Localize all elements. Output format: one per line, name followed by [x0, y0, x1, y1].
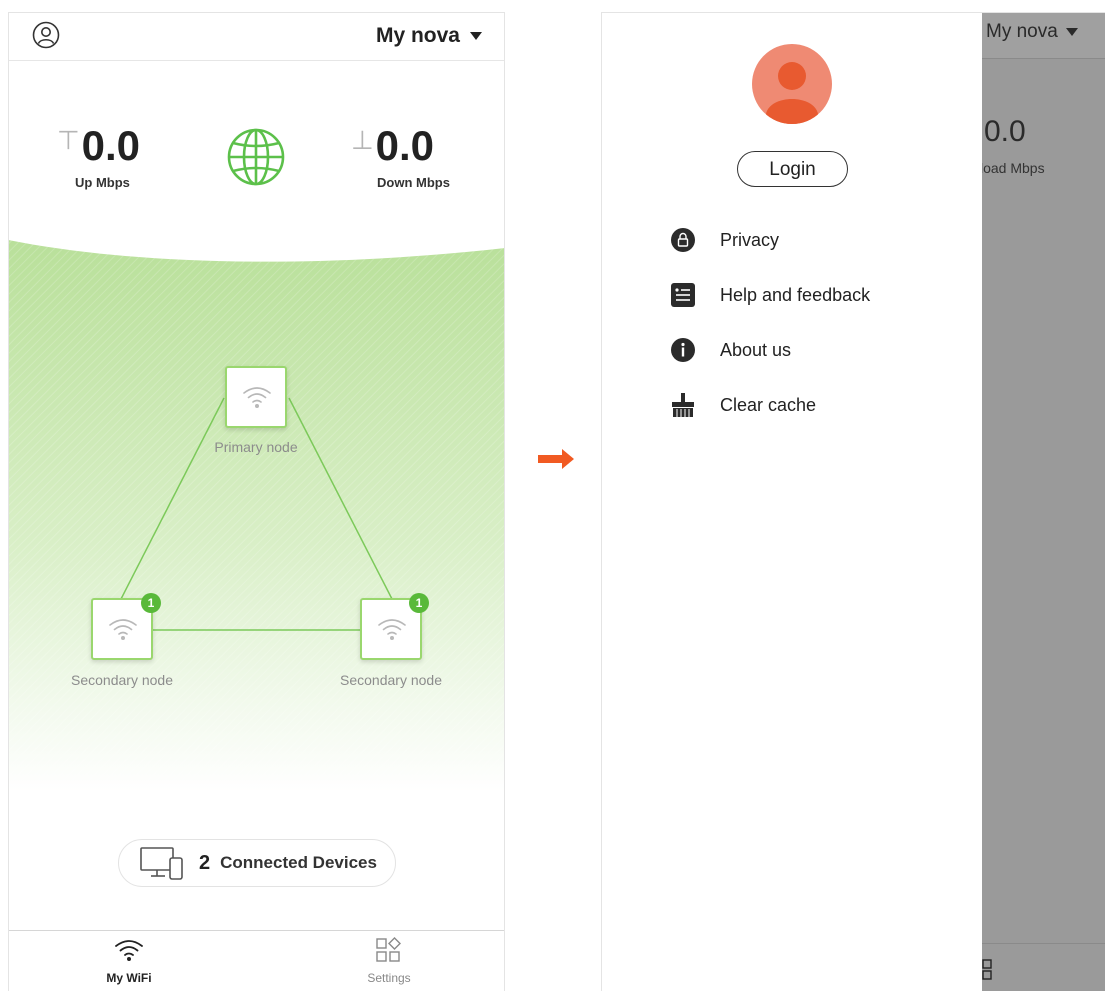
devices-icon — [140, 847, 183, 880]
caret-down-icon — [1065, 28, 1078, 36]
node-badge: 1 — [409, 593, 429, 613]
menu-item-label: Help and feedback — [720, 284, 871, 305]
broom-icon — [668, 392, 698, 418]
home-screen: My nova ⊤ 0.0 Up Mbps ⊥ 0.0 Down Mbps Pr… — [8, 12, 505, 991]
lock-icon — [668, 227, 698, 253]
menu-item-clear-cache[interactable]: Clear cache — [668, 390, 816, 420]
list-icon — [668, 282, 698, 308]
dimmed-speed-value: 0.0 — [984, 115, 1026, 148]
dimmed-network-name: My nova — [986, 21, 1058, 42]
secondary-node-right-label: Secondary node — [340, 672, 442, 688]
tab-settings[interactable]: Settings — [329, 937, 449, 985]
info-icon — [668, 337, 698, 363]
node-badge: 1 — [141, 593, 161, 613]
devices-count: 2 — [199, 851, 211, 874]
menu-item-help-feedback[interactable]: Help and feedback — [668, 280, 870, 310]
menu-item-label: Clear cache — [720, 394, 817, 415]
tab-my-wifi[interactable]: My WiFi — [69, 937, 189, 985]
dimmed-network-selector: My nova — [986, 21, 1078, 43]
menu-item-label: About us — [720, 339, 792, 360]
tab-settings-label: Settings — [367, 971, 411, 985]
menu-item-label: Privacy — [720, 229, 780, 250]
avatar[interactable] — [752, 44, 832, 124]
settings-grid-icon — [982, 959, 992, 980]
dimmed-overlay[interactable]: My nova 0.0 load Mbps — [980, 13, 1105, 991]
drawer-screen: My nova 0.0 load Mbps Login Privacy Help… — [601, 12, 1105, 991]
menu-item-privacy[interactable]: Privacy — [668, 225, 779, 255]
wifi-icon — [109, 619, 137, 640]
wifi-icon — [378, 619, 406, 640]
primary-node-label: Primary node — [214, 439, 298, 455]
tab-my-wifi-label: My WiFi — [106, 971, 152, 985]
connected-devices-button[interactable]: 2 Connected Devices — [118, 839, 396, 887]
wifi-icon — [115, 940, 143, 961]
devices-label: Connected Devices — [220, 853, 377, 872]
wifi-icon — [243, 387, 271, 408]
dimmed-bottom-nav — [982, 943, 1105, 991]
secondary-node-left-label: Secondary node — [71, 672, 173, 688]
dimmed-top-bar: My nova — [982, 13, 1105, 59]
side-drawer: Login Privacy Help and feedback About us… — [602, 13, 982, 991]
transition-arrow-icon — [538, 449, 574, 469]
menu-item-about-us[interactable]: About us — [668, 335, 791, 365]
avatar-person-icon — [766, 62, 818, 124]
bottom-nav: My WiFi Settings — [9, 930, 504, 991]
primary-node[interactable] — [225, 366, 287, 428]
dimmed-speed-label: load Mbps — [980, 160, 1045, 176]
login-button[interactable]: Login — [737, 151, 848, 187]
settings-grid-icon — [376, 937, 401, 962]
